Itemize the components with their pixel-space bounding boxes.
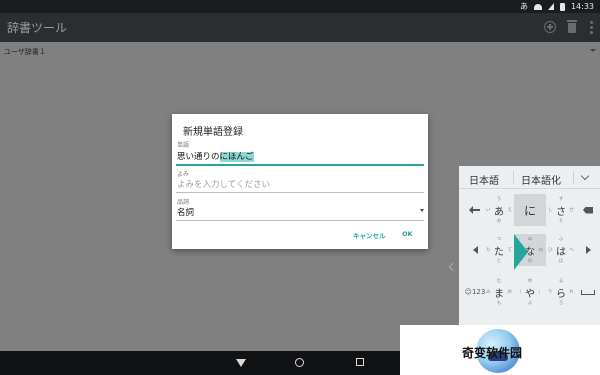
app-title: 辞書ツール [7, 21, 68, 35]
ime-keyboard: 日本語 日本語化 う い あ え お に す し さ せ そ つ ち た て と… [459, 166, 600, 351]
cursor-right-icon [585, 246, 591, 254]
back-icon[interactable] [236, 359, 246, 367]
key-flick-hint: つ [496, 237, 502, 242]
signal-icon [547, 3, 554, 10]
key-ma[interactable]: む み ま め も [483, 276, 515, 308]
add-circle-icon [544, 21, 556, 33]
word-input-text: 思い通りの [177, 152, 220, 162]
cancel-button[interactable]: キャンセル [353, 230, 386, 240]
new-word-dialog: 新規単語登録 単語 思い通りのにほんご よみ よみを入力してください 品詞 名詞… [172, 114, 428, 249]
add-word-button[interactable] [542, 19, 558, 35]
key-flick-hint: ち [486, 248, 491, 253]
reading-input-underline [176, 192, 424, 193]
word-label: 単語 [177, 142, 190, 149]
key-flick-hint: ） [538, 290, 544, 295]
key-flick-hint: お [496, 219, 502, 224]
key-flick-hint: め [507, 290, 513, 295]
key-flick-hint: （ [517, 290, 522, 295]
keyboard-side-handle-icon[interactable] [448, 262, 458, 272]
key-flick-hint: え [507, 208, 513, 213]
wifi-icon [533, 3, 542, 10]
word-input-underline [176, 164, 424, 166]
key-a[interactable]: う い あ え お [483, 194, 515, 226]
pos-select[interactable]: 名詞 [177, 206, 194, 218]
chevron-down-icon[interactable] [580, 171, 590, 181]
battery-icon [559, 2, 565, 11]
key-label: に [523, 203, 536, 218]
key-label: や [525, 288, 535, 300]
dictionary-name: ユーザ辞書１ [4, 48, 46, 56]
candidate-divider [513, 171, 514, 184]
ok-button[interactable]: OK [402, 230, 413, 238]
word-input[interactable]: 思い通りのにほんご [177, 150, 254, 162]
key-cursor-right[interactable] [572, 234, 600, 266]
key-flick-hint: み [486, 290, 491, 295]
pos-label: 品詞 [177, 199, 190, 206]
pos-select-underline [176, 220, 424, 221]
backspace-icon [583, 206, 593, 214]
key-flick-hint: よ [527, 301, 533, 306]
key-label: は [556, 246, 566, 258]
status-time: 14:33 [570, 2, 594, 11]
app-bar: 辞書ツール [0, 13, 600, 42]
key-flick-hint: も [496, 301, 502, 306]
trash-icon [567, 20, 577, 33]
key-flick-hint: て [507, 248, 513, 253]
word-input-composing: にほんご [219, 152, 254, 162]
key-label: あ [494, 206, 504, 218]
key-ni-preview[interactable]: に [514, 194, 546, 226]
key-flick-hint: ゆ [527, 279, 533, 284]
key-flick-hint: ね [538, 248, 544, 253]
key-flick-hint: う [496, 197, 502, 202]
key-backspace[interactable] [572, 194, 600, 226]
key-label: さ [556, 206, 566, 218]
dictionary-selector[interactable]: ユーザ辞書１ [0, 42, 600, 62]
key-ya[interactable]: ゆ （ や ） よ [514, 276, 546, 308]
arrow-left-icon [469, 206, 480, 214]
key-label: ら [556, 288, 566, 300]
reading-input[interactable]: よみを入力してください [177, 178, 270, 190]
watermark: 奇变软件园 [400, 325, 600, 375]
key-space[interactable] [572, 276, 600, 308]
key-label: た [494, 246, 504, 258]
key-flick-hint: む [496, 279, 502, 284]
more-vert-icon [589, 20, 593, 24]
cursor-left-icon [472, 246, 478, 254]
watermark-text: 奇变软件园 [462, 346, 523, 360]
candidate-bar: 日本語 日本語化 [459, 166, 600, 189]
key-flick-hint: ひ [548, 248, 553, 253]
space-icon [581, 289, 595, 295]
key-ta[interactable]: つ ち た て と [483, 234, 515, 266]
ime-indicator: あ [519, 2, 528, 11]
delete-button[interactable] [564, 19, 580, 35]
dialog-title: 新規単語登録 [183, 127, 243, 138]
key-flick-hint: し [548, 208, 553, 213]
reading-label: よみ [177, 171, 190, 178]
overflow-menu-button[interactable] [583, 19, 599, 35]
home-icon[interactable] [295, 358, 304, 367]
candidate-divider [573, 171, 574, 184]
key-flick-hint: と [496, 259, 502, 264]
candidate-word[interactable]: 日本語化 [521, 172, 561, 187]
dropdown-caret-icon [420, 209, 424, 212]
recents-icon[interactable] [356, 358, 364, 366]
dropdown-caret-icon [590, 49, 596, 52]
key-label: ま [494, 288, 504, 300]
candidate-word[interactable]: 日本語 [469, 172, 499, 187]
flick-indicator [514, 234, 528, 270]
key-flick-hint: り [548, 290, 553, 295]
status-bar: あ 14:33 [0, 0, 600, 13]
key-flick-hint: い [486, 208, 491, 213]
